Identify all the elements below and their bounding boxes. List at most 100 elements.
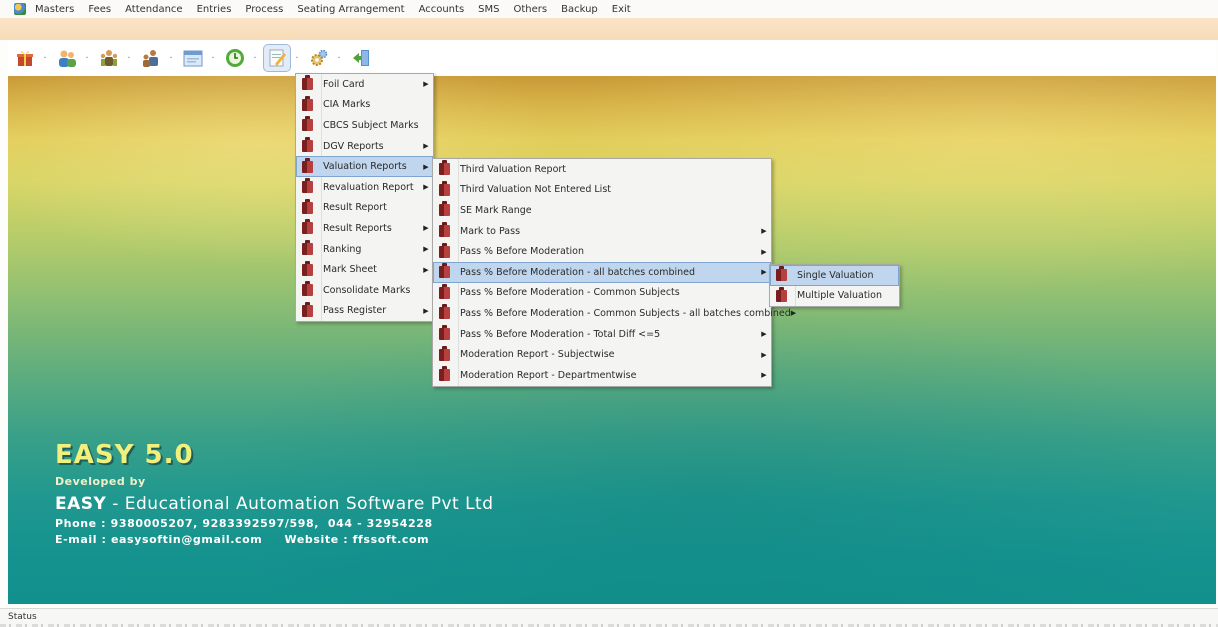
menu-item-label: Third Valuation Not Entered List — [460, 184, 611, 196]
toolbar-dropdown-arrow[interactable]: · — [250, 53, 260, 64]
company-phone: Phone : 9380005207, 9283392597/598, 044 … — [55, 517, 433, 530]
toolbar-dropdown-arrow[interactable]: · — [40, 53, 50, 64]
menu-item-valuation-reports[interactable]: Valuation Reports ▶ — [296, 156, 433, 177]
submenu-arrow-icon: ▶ — [423, 142, 429, 151]
toolbar-dropdown-arrow[interactable]: · — [292, 53, 302, 64]
report-book-icon — [439, 160, 450, 176]
menu-item-result-reports[interactable]: Result Reports ▶ — [296, 218, 433, 239]
toolbar-dropdown-arrow[interactable]: · — [208, 53, 218, 64]
report-book-icon — [302, 301, 313, 317]
menu-item-pass-before-moderation[interactable]: Pass % Before Moderation ▶ — [433, 241, 771, 262]
menu-sms[interactable]: SMS — [471, 4, 506, 15]
menu-item-pass-before-moderation-common-subjects-all-batches-combined[interactable]: Pass % Before Moderation - Common Subjec… — [433, 303, 796, 324]
menu-item-cia-marks[interactable]: CIA Marks — [296, 95, 433, 116]
menu-attendance[interactable]: Attendance — [118, 4, 189, 15]
submenu-arrow-icon: ▶ — [423, 306, 429, 315]
menu-entries[interactable]: Entries — [190, 4, 239, 15]
report-book-icon — [439, 263, 450, 279]
menu-item-moderation-report-departmentwise[interactable]: Moderation Report - Departmentwise ▶ — [433, 365, 771, 386]
menu-item-multiple-valuation[interactable]: Multiple Valuation — [770, 286, 899, 307]
menu-item-moderation-report-subjectwise[interactable]: Moderation Report - Subjectwise ▶ — [433, 344, 771, 365]
menu-item-cbcs-subject-marks[interactable]: CBCS Subject Marks — [296, 115, 433, 136]
report-book-icon — [302, 157, 313, 173]
group-icon[interactable] — [138, 45, 164, 71]
menu-item-dgv-reports[interactable]: DGV Reports ▶ — [296, 136, 433, 157]
menu-exit[interactable]: Exit — [605, 4, 638, 15]
people-icon[interactable] — [96, 45, 122, 71]
menu-process[interactable]: Process — [238, 4, 290, 15]
menu-fees[interactable]: Fees — [81, 4, 118, 15]
status-text: Status — [8, 612, 37, 622]
menu-item-label: Moderation Report - Subjectwise — [460, 349, 615, 361]
settings-icon[interactable] — [306, 45, 332, 71]
submenu-arrow-icon: ▶ — [423, 265, 429, 274]
report-book-icon — [302, 260, 313, 276]
report-book-icon — [439, 201, 450, 217]
report-book-icon — [302, 75, 313, 91]
users-icon[interactable] — [54, 45, 80, 71]
menu-item-ranking[interactable]: Ranking ▶ — [296, 239, 433, 260]
menu-item-foil-card[interactable]: Foil Card ▶ — [296, 74, 433, 95]
menu-item-label: SE Mark Range — [460, 204, 532, 216]
menu-item-pass-register[interactable]: Pass Register ▶ — [296, 301, 433, 322]
menu-item-label: Moderation Report - Departmentwise — [460, 369, 637, 381]
submenu-arrow-icon: ▶ — [423, 183, 429, 192]
report-book-icon — [439, 242, 450, 258]
valuation-reports-submenu: Third Valuation Report Third Valuation No… — [432, 158, 796, 387]
notepad-icon[interactable] — [263, 44, 291, 72]
toolbar-dropdown-arrow[interactable]: · — [82, 53, 92, 64]
menu-accounts[interactable]: Accounts — [412, 4, 472, 15]
menu-item-single-valuation[interactable]: Single Valuation — [770, 265, 899, 286]
company-contact: E-mail : easysoftin@gmail.com Website : … — [55, 533, 430, 546]
menu-item-label: Pass % Before Moderation - all batches c… — [460, 266, 696, 278]
menu-item-label: Valuation Reports — [323, 161, 407, 173]
menu-item-third-valuation-report[interactable]: Third Valuation Report — [433, 159, 771, 180]
report-book-icon — [439, 366, 450, 382]
menu-masters[interactable]: Masters — [28, 4, 81, 15]
reports-menu: Foil Card ▶ CIA Marks CBCS Subject Marks DGV… — [295, 73, 434, 323]
submenu-arrow-icon: ▶ — [761, 247, 767, 256]
menu-item-label: CBCS Subject Marks — [323, 119, 419, 131]
menu-item-consolidate-marks[interactable]: Consolidate Marks — [296, 280, 433, 301]
menu-others[interactable]: Others — [506, 4, 554, 15]
menu-item-mark-to-pass[interactable]: Mark to Pass ▶ — [433, 221, 771, 242]
report-book-icon — [439, 222, 450, 238]
menu-item-label: Revaluation Report — [323, 181, 414, 193]
report-book-icon — [776, 286, 787, 302]
calendar-icon[interactable] — [180, 45, 206, 71]
company-name: EASY - Educational Automation Software P… — [55, 494, 494, 514]
submenu-arrow-icon: ▶ — [423, 162, 429, 171]
menu-item-third-valuation-not-entered-list[interactable]: Third Valuation Not Entered List — [433, 180, 771, 201]
menu-item-pass-before-moderation-total-diff-5[interactable]: Pass % Before Moderation - Total Diff <=… — [433, 324, 771, 345]
toolbar-dropdown-arrow[interactable]: · — [334, 53, 344, 64]
menu-item-result-report[interactable]: Result Report — [296, 198, 433, 219]
pass-batches-submenu: Single Valuation Multiple Valuation — [769, 264, 900, 308]
menu-item-revaluation-report[interactable]: Revaluation Report ▶ — [296, 177, 433, 198]
menu-item-mark-sheet[interactable]: Mark Sheet ▶ — [296, 259, 433, 280]
clock-icon[interactable] — [222, 45, 248, 71]
menu-item-label: Consolidate Marks — [323, 284, 411, 296]
report-book-icon — [302, 178, 313, 194]
menu-item-label: Pass % Before Moderation — [460, 246, 584, 258]
gift-icon[interactable] — [12, 45, 38, 71]
submenu-arrow-icon: ▶ — [761, 371, 767, 380]
toolbar-dropdown-arrow[interactable]: · — [166, 53, 176, 64]
menu-backup[interactable]: Backup — [554, 4, 605, 15]
menu-item-label: Mark to Pass — [460, 225, 521, 237]
menu-item-se-mark-range[interactable]: SE Mark Range — [433, 200, 771, 221]
report-book-icon — [776, 266, 787, 282]
app-title: EASY 5.0 — [55, 440, 194, 470]
toolbar-dropdown-arrow[interactable]: · — [124, 53, 134, 64]
toolbar: · · · · · · · · — [8, 40, 1216, 76]
menu-item-pass-before-moderation-common-subjects[interactable]: Pass % Before Moderation - Common Subjec… — [433, 283, 771, 304]
menu-seating-arrangement[interactable]: Seating Arrangement — [290, 4, 411, 15]
submenu-arrow-icon: ▶ — [423, 224, 429, 233]
submenu-arrow-icon: ▶ — [423, 245, 429, 254]
menu-item-label: Pass Register — [323, 305, 387, 317]
submenu-arrow-icon: ▶ — [761, 350, 767, 359]
menu-item-pass-before-moderation-all-batches-combined[interactable]: Pass % Before Moderation - all batches c… — [433, 261, 771, 283]
menu-item-label: Single Valuation — [797, 269, 874, 281]
exit-door-icon[interactable] — [348, 45, 374, 71]
header-band — [0, 18, 1218, 40]
report-book-icon — [302, 198, 313, 214]
